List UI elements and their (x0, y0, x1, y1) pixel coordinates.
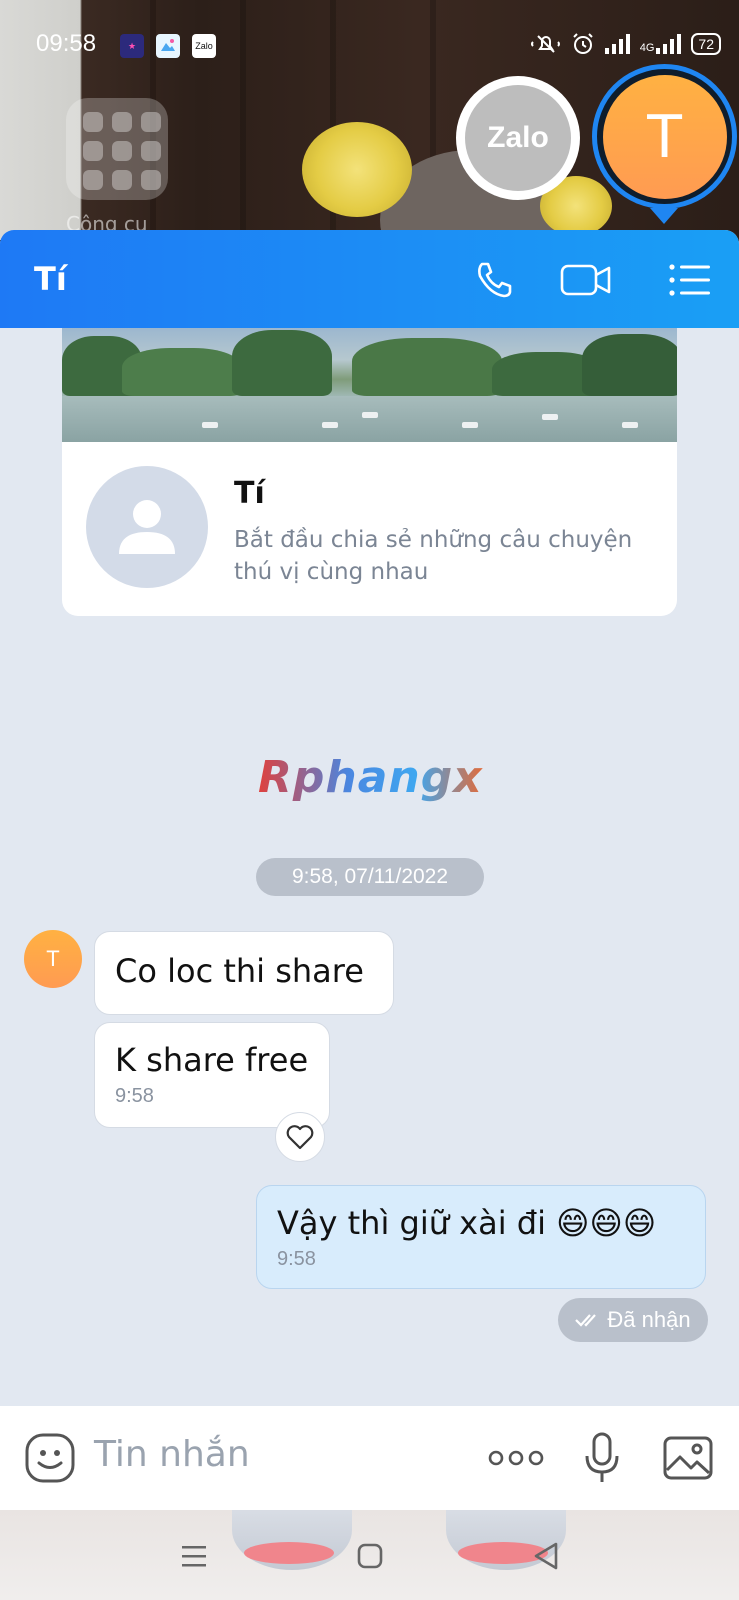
message-time: 9:58 (115, 1085, 154, 1107)
sender-avatar[interactable]: T (24, 930, 82, 988)
contact-chat-head[interactable]: T (592, 64, 737, 209)
gallery-app-icon (156, 34, 180, 58)
profile-name: Tí (234, 476, 265, 511)
image-picker-icon[interactable] (660, 1430, 716, 1486)
message-text: Co loc thi share (115, 952, 364, 990)
wallpaper-flower (302, 122, 412, 217)
zalo-notification-icon: Zalo (192, 34, 216, 58)
watermark-logo: Rphangx (258, 752, 483, 803)
more-options-icon[interactable] (486, 1430, 546, 1486)
sticker-icon[interactable] (24, 1432, 76, 1488)
video-call-icon[interactable] (556, 250, 616, 310)
default-user-icon (119, 500, 175, 554)
receipt-label: Đã nhận (607, 1307, 691, 1332)
chat-title[interactable]: Tí (34, 260, 67, 298)
double-check-icon (575, 1314, 597, 1327)
wallpaper-shoe (232, 1510, 352, 1570)
back-icon[interactable] (522, 1532, 570, 1580)
status-time: 09:58 (36, 30, 97, 57)
phone-icon[interactable] (464, 250, 524, 310)
message-bubble-sent[interactable]: Vậy thì giữ xài đi 😄😄😄 9:58 (256, 1185, 706, 1289)
date-separator: 9:58, 07/11/2022 (256, 858, 484, 896)
tools-folder[interactable] (66, 98, 168, 200)
recent-apps-icon[interactable] (170, 1532, 218, 1580)
heart-react-icon[interactable] (275, 1112, 325, 1162)
profile-avatar[interactable] (86, 466, 208, 588)
profile-card[interactable]: Tí Bắt đầu chia sẻ những câu chuyện thú … (62, 328, 677, 616)
signal-icon (604, 34, 630, 54)
read-receipt-badge: Đã nhận (558, 1298, 708, 1342)
message-composer: Tin nhắn (0, 1406, 739, 1510)
zalo-logo: Zalo (465, 85, 571, 191)
message-bubble-received[interactable]: Co loc thi share (94, 931, 394, 1015)
mobile-data-indicator: 4G (640, 34, 682, 54)
message-text: Vậy thì giữ xài đi 😄😄😄 (277, 1204, 657, 1242)
chat-head-pointer (650, 208, 678, 224)
profile-description: Bắt đầu chia sẻ những câu chuyện thú vị … (234, 527, 633, 585)
menu-list-icon[interactable] (660, 250, 720, 310)
message-time: 9:58 (277, 1248, 316, 1270)
battery-level: 72 (691, 33, 721, 55)
star-app-icon: ★ (120, 34, 144, 58)
mute-icon (530, 35, 560, 53)
message-input[interactable]: Tin nhắn (94, 1434, 250, 1475)
navigation-bar (0, 1510, 739, 1600)
contact-avatar-initial: T (602, 74, 727, 199)
zalo-chat-head[interactable]: Zalo (456, 76, 580, 200)
home-icon[interactable] (346, 1532, 394, 1580)
chat-window: Tí Tí Bắt đầu chia sẻ những câu chuyện t… (0, 230, 739, 1510)
message-text: K share free (115, 1041, 309, 1079)
profile-cover-photo (62, 328, 677, 442)
status-indicators: 4G 72 (530, 32, 721, 56)
chat-header: Tí (0, 230, 739, 328)
network-type: 4G (639, 42, 655, 54)
alarm-icon (573, 33, 593, 54)
microphone-icon[interactable] (582, 1430, 622, 1486)
